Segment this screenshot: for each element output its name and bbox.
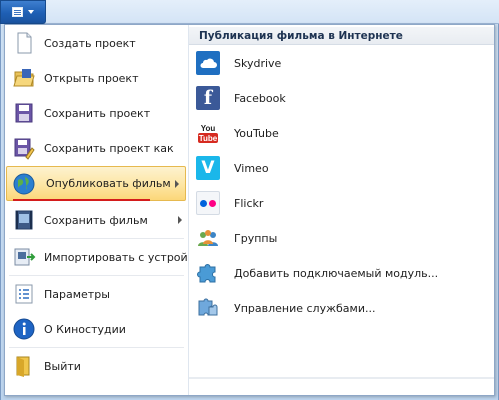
new-project-icon [17, 32, 32, 54]
app-menu: Создать проект Открыть проект Сохранить … [4, 24, 495, 396]
menu-item-label: Параметры [44, 287, 110, 301]
options-icon [15, 284, 33, 304]
menu-item-label: Опубликовать фильм [46, 177, 171, 190]
submenu-item-vimeo[interactable]: V Vimeo [189, 153, 494, 183]
plugin-add-icon [197, 264, 216, 283]
menu-item-label: Открыть проект [44, 71, 139, 85]
menu-item-save-project-as[interactable]: Сохранить проект как [5, 131, 188, 165]
submenu-item-label: Facebook [234, 91, 286, 105]
submenu-item-label: Управление службами... [234, 301, 376, 315]
publish-submenu: Публикация фильма в Интернете Skydrive f… [189, 25, 494, 377]
svg-text:You: You [201, 124, 216, 133]
chevron-right-icon [178, 216, 182, 224]
submenu-item-label: Skydrive [234, 56, 282, 70]
menu-item-save-movie[interactable]: Сохранить фильм [5, 203, 188, 237]
youtube-icon: You Tube [197, 123, 219, 143]
submenu-item-label: Добавить подключаемый модуль... [234, 266, 439, 280]
vimeo-icon: V [196, 156, 220, 180]
menu-item-exit[interactable]: Выйти [5, 349, 188, 383]
menu-item-about[interactable]: О Киностудии [5, 312, 188, 346]
submenu-item-facebook[interactable]: f Facebook [189, 83, 494, 113]
app-menu-button[interactable] [0, 0, 46, 24]
chevron-down-icon [28, 10, 34, 14]
menu-separator [9, 275, 184, 276]
info-icon [13, 318, 35, 340]
submenu-item-flickr[interactable]: Flickr [189, 188, 494, 218]
submenu-title: Публикация фильма в Интернете [189, 27, 494, 45]
submenu-bottom-strip [189, 377, 494, 379]
menu-item-label: Выйти [44, 359, 81, 373]
submenu-item-label: YouTube [234, 126, 279, 140]
import-device-icon [14, 248, 36, 266]
exit-icon [16, 356, 30, 377]
save-as-icon [14, 138, 35, 160]
svg-text:Tube: Tube [199, 134, 218, 143]
red-underline-annotation [13, 199, 150, 201]
menu-item-label: Сохранить проект [44, 106, 151, 120]
submenu-item-youtube[interactable]: You Tube YouTube [189, 118, 494, 148]
submenu-item-label: Flickr [234, 196, 264, 210]
submenu-item-label: Группы [234, 231, 278, 245]
menu-item-label: Создать проект [44, 36, 136, 50]
skydrive-icon [196, 51, 220, 75]
menu-item-save-project[interactable]: Сохранить проект [5, 96, 188, 130]
facebook-icon: f [196, 86, 220, 110]
open-folder-icon [13, 69, 35, 87]
menu-separator [9, 347, 184, 348]
menu-item-new-project[interactable]: Создать проект [5, 26, 188, 60]
submenu-item-manage-services[interactable]: Управление службами... [189, 293, 494, 323]
document-menu-icon [12, 7, 23, 17]
manage-services-icon [198, 298, 218, 316]
ribbon-top-bar [0, 0, 499, 24]
menu-item-label: Сохранить фильм [44, 213, 148, 227]
submenu-item-label: Vimeo [234, 161, 269, 175]
globe-publish-icon [13, 173, 35, 194]
flickr-icon [196, 191, 220, 215]
save-icon [15, 103, 33, 123]
menu-separator [9, 238, 184, 239]
menu-item-publish-movie[interactable]: Опубликовать фильм [6, 166, 186, 201]
film-save-icon [15, 210, 33, 230]
menu-item-label: Сохранить проект как [44, 141, 174, 155]
submenu-item-skydrive[interactable]: Skydrive [189, 48, 494, 78]
groups-icon [198, 230, 218, 246]
menu-item-options[interactable]: Параметры [5, 277, 188, 311]
app-menu-left-panel: Создать проект Открыть проект Сохранить … [5, 25, 213, 395]
menu-item-label: О Киностудии [44, 322, 126, 336]
menu-item-open-project[interactable]: Открыть проект [5, 61, 188, 95]
submenu-item-add-plugin[interactable]: Добавить подключаемый модуль... [189, 258, 494, 288]
menu-item-import-device[interactable]: Импортировать с устройства [5, 240, 213, 274]
chevron-right-icon [175, 179, 179, 188]
submenu-item-groups[interactable]: Группы [189, 223, 494, 253]
